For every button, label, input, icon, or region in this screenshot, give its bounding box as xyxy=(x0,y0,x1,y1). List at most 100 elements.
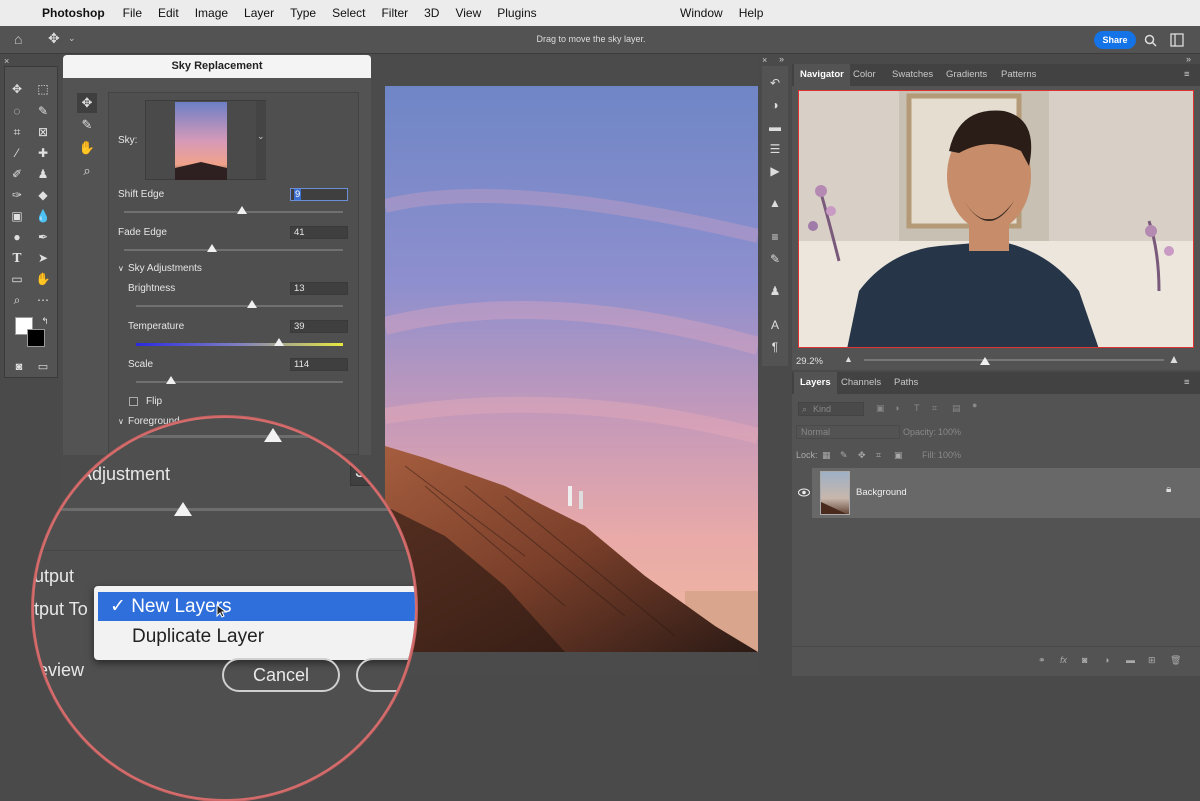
quick-select-icon[interactable]: ✎ xyxy=(33,101,53,121)
filter-shape-icon[interactable]: ⌗ xyxy=(932,403,937,414)
color-icon[interactable]: ◑ xyxy=(766,96,784,114)
filter-toggle-icon[interactable]: ● xyxy=(972,400,977,410)
swap-colors-icon[interactable]: ↰ xyxy=(35,311,55,331)
link-layers-icon[interactable]: ⚭ xyxy=(1038,655,1046,666)
crop-tool-icon[interactable]: ⌗ xyxy=(7,122,27,142)
gradient-tool-icon[interactable]: ▣ xyxy=(7,206,27,226)
tab-gradients[interactable]: Gradients xyxy=(940,64,993,86)
sky-adjustments-label[interactable]: Sky Adjustments xyxy=(128,263,202,274)
app-name[interactable]: Photoshop xyxy=(42,6,115,20)
rectangle-tool-icon[interactable]: ▭ xyxy=(7,269,27,289)
tab-swatches[interactable]: Swatches xyxy=(886,64,939,86)
group-folder-icon[interactable]: ▬ xyxy=(1126,655,1135,665)
zoom-slider-track[interactable] xyxy=(864,359,1164,361)
menu-type[interactable]: Type xyxy=(282,6,324,20)
quick-mask-icon[interactable]: ◙ xyxy=(9,357,29,377)
histogram-icon[interactable]: ▲ xyxy=(766,194,784,212)
new-layer-icon[interactable]: ⊞ xyxy=(1148,655,1156,666)
lock-icon[interactable]: 🔒︎ xyxy=(1166,484,1171,495)
option-duplicate-layer[interactable]: Duplicate Layer xyxy=(98,622,398,651)
menu-select[interactable]: Select xyxy=(324,6,373,20)
properties-icon[interactable]: ≡ xyxy=(766,228,784,246)
blur-tool-icon[interactable]: 💧 xyxy=(33,206,53,226)
fade-edge-field[interactable]: 41 xyxy=(290,226,348,239)
share-button[interactable]: Share xyxy=(1094,31,1136,49)
brushes-icon[interactable]: ✎ xyxy=(766,250,784,268)
close-icon[interactable]: × xyxy=(4,56,9,66)
adjustment-slider-thumb[interactable] xyxy=(174,502,192,516)
shift-edge-slider-thumb[interactable] xyxy=(237,206,247,214)
add-mask-icon[interactable]: ◙ xyxy=(1082,655,1087,665)
output-to-dropdown[interactable]: ✓ New Layers Duplicate Layer xyxy=(94,586,415,660)
ok-button[interactable] xyxy=(356,658,415,692)
menu-image[interactable]: Image xyxy=(187,6,236,20)
filter-type-icon[interactable]: T xyxy=(914,403,920,413)
menu-file[interactable]: File xyxy=(115,6,150,20)
brightness-field[interactable]: 13 xyxy=(290,282,348,295)
menu-layer[interactable]: Layer xyxy=(236,6,282,20)
more-tools-icon[interactable]: ⋯ xyxy=(33,290,53,310)
layer-kind-filter[interactable]: ⌕ Kind xyxy=(798,402,864,416)
lock-position-icon[interactable]: ✥ xyxy=(858,450,866,461)
lock-all-icon[interactable]: ▣ xyxy=(894,450,903,461)
flip-checkbox[interactable] xyxy=(129,397,138,406)
cancel-button[interactable]: Cancel xyxy=(222,658,340,692)
history-icon[interactable]: ↶ xyxy=(766,74,784,92)
comments-icon[interactable]: ▬ xyxy=(766,118,784,136)
menu-edit[interactable]: Edit xyxy=(150,6,187,20)
stamp-tool-icon[interactable]: ♟ xyxy=(33,164,53,184)
brightness-slider-thumb[interactable] xyxy=(247,300,257,308)
navigator-zoom[interactable]: 29.2% xyxy=(796,356,823,367)
filter-smart-object-icon[interactable]: ▤ xyxy=(952,403,961,414)
trash-icon[interactable]: 🗑︎ xyxy=(1170,655,1181,666)
filter-pixel-icon[interactable]: ▣ xyxy=(876,403,885,414)
adjustment-field[interactable]: 3 xyxy=(350,460,410,486)
layer-name[interactable]: Background xyxy=(856,487,907,498)
menu-filter[interactable]: Filter xyxy=(373,6,416,20)
close-icon[interactable]: × xyxy=(762,55,767,65)
temperature-slider-thumb[interactable] xyxy=(274,338,284,346)
history-brush-icon[interactable]: ✑ xyxy=(7,185,27,205)
option-new-layers[interactable]: ✓ New Layers xyxy=(98,592,415,621)
hand-tool-icon[interactable]: ✋ xyxy=(33,269,53,289)
chevron-down-icon[interactable]: ∨ xyxy=(118,264,124,273)
lock-artboard-icon[interactable]: ⌗ xyxy=(876,450,881,461)
layer-row-background[interactable]: Background 🔒︎ xyxy=(812,468,1200,518)
tab-layers[interactable]: Layers xyxy=(794,372,837,394)
fade-edge-slider-track[interactable] xyxy=(124,249,343,251)
foreground-slider-thumb[interactable] xyxy=(264,428,282,442)
hand-tool-icon[interactable]: ✋ xyxy=(77,138,97,158)
zoom-tool-icon[interactable]: ⌕ xyxy=(7,290,27,310)
character-icon[interactable]: A xyxy=(766,316,784,334)
type-tool-icon[interactable]: T xyxy=(7,248,27,268)
workspace-icon[interactable] xyxy=(1170,33,1184,47)
fill-value[interactable]: 100% xyxy=(938,450,961,460)
fade-edge-slider-thumb[interactable] xyxy=(207,244,217,252)
panel-menu-icon[interactable]: ≡ xyxy=(1184,64,1190,86)
collapse-icon[interactable]: » xyxy=(779,54,784,64)
sky-move-tool-icon[interactable]: ✥ xyxy=(77,93,97,113)
pen-tool-icon[interactable]: ✒ xyxy=(33,227,53,247)
menu-3d[interactable]: 3D xyxy=(416,6,447,20)
marquee-tool-icon[interactable]: ⬚ xyxy=(33,79,53,99)
lock-transparent-icon[interactable]: ▦ xyxy=(822,450,831,461)
collapse-icon[interactable]: » xyxy=(1186,54,1191,64)
screen-mode-icon[interactable]: ▭ xyxy=(33,357,53,377)
tab-navigator[interactable]: Navigator xyxy=(794,64,850,86)
tab-channels[interactable]: Channels xyxy=(835,372,887,394)
lock-pixels-icon[interactable]: ✎ xyxy=(840,450,848,461)
eye-icon[interactable] xyxy=(798,488,810,497)
lasso-tool-icon[interactable]: ◌ xyxy=(7,101,27,121)
document-image[interactable] xyxy=(385,86,758,652)
dodge-tool-icon[interactable]: ● xyxy=(7,227,27,247)
zoom-slider-thumb[interactable] xyxy=(980,357,990,365)
zoom-out-icon[interactable]: ▲ xyxy=(844,354,853,364)
healing-brush-icon[interactable]: ✚ xyxy=(33,143,53,163)
opacity-value[interactable]: 100% xyxy=(938,427,961,437)
menu-help[interactable]: Help xyxy=(731,6,772,20)
background-color-swatch[interactable] xyxy=(27,329,45,347)
actions-play-icon[interactable]: ▶ xyxy=(766,162,784,180)
blend-mode-select[interactable]: Normal xyxy=(796,425,900,439)
panel-menu-icon[interactable]: ≡ xyxy=(1184,372,1190,394)
sky-picker-dropdown[interactable]: ⌄ xyxy=(256,101,266,179)
